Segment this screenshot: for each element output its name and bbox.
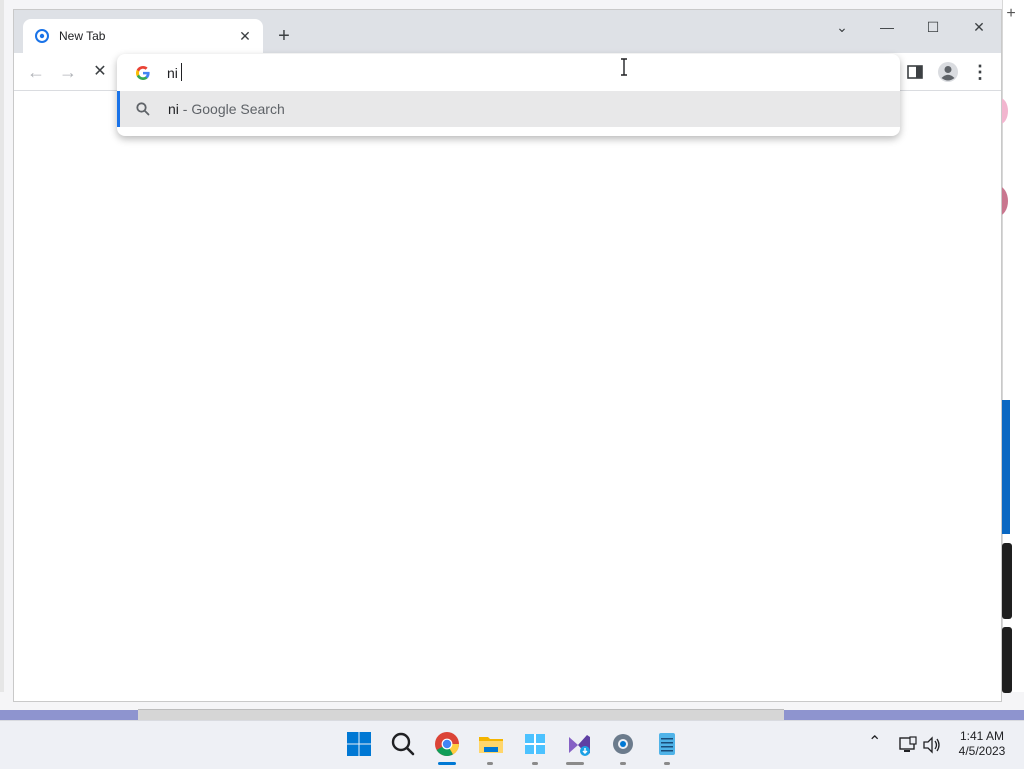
show-hidden-icons-chevron-icon[interactable]: ⌃	[868, 732, 881, 752]
chrome-active-indicator	[438, 762, 456, 765]
minimize-button[interactable]: —	[872, 18, 902, 36]
close-window-button[interactable]: ✕	[964, 18, 994, 36]
tab-new-tab[interactable]: New Tab ✕	[23, 19, 263, 53]
tab-title: New Tab	[59, 29, 106, 43]
visual-studio-installer-icon[interactable]	[564, 729, 594, 759]
search-icon[interactable]	[388, 729, 418, 759]
browser-menu-icon[interactable]: ⋮	[969, 61, 991, 83]
file-explorer-icon[interactable]	[476, 729, 506, 759]
network-icon[interactable]	[898, 736, 918, 754]
background-panel	[1002, 543, 1012, 619]
text-cursor-icon	[621, 58, 627, 76]
background-panel	[1002, 627, 1012, 693]
tab-strip: New Tab ✕ + ⌄ — ☐ ✕	[14, 10, 1001, 53]
side-panel-icon[interactable]	[907, 65, 923, 79]
settings-icon[interactable]	[608, 729, 638, 759]
stop-loading-button[interactable]: ✕	[89, 61, 111, 83]
volume-icon[interactable]	[922, 736, 942, 754]
page-content	[14, 91, 1001, 701]
chrome-icon[interactable]	[432, 729, 462, 759]
text-caret	[181, 63, 182, 81]
notepad-indicator	[664, 762, 670, 765]
background-plus-icon: +	[1006, 5, 1016, 22]
background-panel	[1002, 400, 1010, 534]
file-explorer-indicator	[487, 762, 493, 765]
background-window-edge	[0, 0, 4, 692]
settings-indicator	[620, 762, 626, 765]
taskbar-clock[interactable]: 1:41 AM 4/5/2023	[950, 729, 1014, 759]
omnibox-input[interactable]	[167, 63, 767, 83]
google-g-icon	[136, 66, 150, 80]
new-tab-button[interactable]: +	[272, 26, 296, 48]
notepad-icon[interactable]	[652, 729, 682, 759]
back-button[interactable]: ←	[25, 61, 47, 83]
maximize-button[interactable]: ☐	[918, 18, 948, 36]
taskbar: ⌃ 1:41 AM 4/5/2023	[0, 720, 1024, 769]
windows-app-icon[interactable]	[520, 729, 550, 759]
clock-time: 1:41 AM	[959, 729, 1005, 743]
tab-search-icon[interactable]: ⌄	[827, 18, 857, 36]
visual-studio-installer-indicator	[566, 762, 584, 765]
start-icon[interactable]	[344, 729, 374, 759]
windows-app-indicator	[532, 762, 538, 765]
forward-button[interactable]: →	[57, 61, 79, 83]
browser-window: New Tab ✕ + ⌄ — ☐ ✕ ← → ✕ ⋮ ni ni - Goog…	[13, 9, 1002, 702]
clock-date: 4/5/2023	[958, 744, 1006, 758]
chrome-favicon-icon	[35, 29, 49, 43]
profile-icon[interactable]	[937, 61, 959, 83]
tab-close-icon[interactable]: ✕	[237, 28, 253, 44]
